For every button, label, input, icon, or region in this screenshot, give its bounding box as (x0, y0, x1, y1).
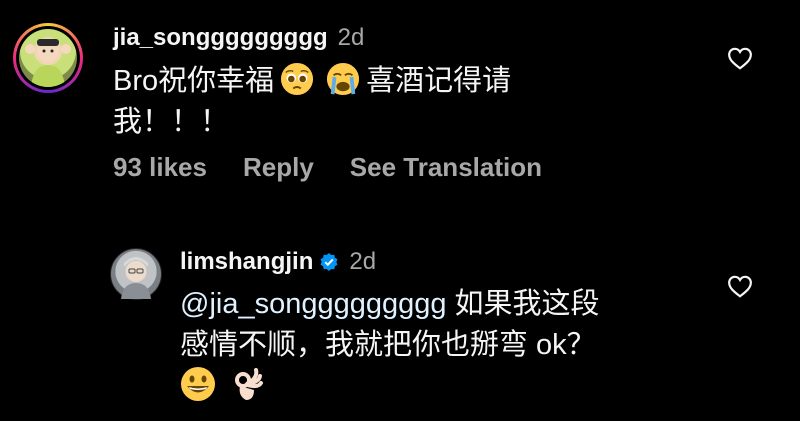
comment-body: Bro祝你幸福 喜酒记得请 我！！！ (113, 61, 673, 143)
like-heart-icon[interactable] (727, 46, 753, 70)
pleading-face-emoji-icon (281, 62, 314, 96)
verified-badge-icon (320, 253, 338, 271)
avatar[interactable] (110, 248, 162, 300)
comment-timestamp: 2d (337, 24, 365, 51)
comment-username[interactable]: jia_songgggggggg (113, 24, 328, 52)
reply-body: @jia_songgggggggg 如果我这段 感情不顺，我就把你也掰弯 ok？ (180, 284, 700, 366)
avatar (19, 29, 77, 87)
reply-button[interactable]: Reply (243, 152, 314, 183)
comment-item: jia_songgggggggg 2d Bro祝你幸福 喜酒记得请 我！！！ 9… (0, 0, 800, 200)
avatar-image (25, 39, 71, 87)
like-heart-icon[interactable] (727, 274, 753, 298)
reply-username[interactable]: limshangjin (180, 248, 313, 276)
reply-timestamp: 2d (349, 248, 377, 275)
ok-hand-emoji-icon (235, 368, 263, 400)
comment-text-part: Bro祝你幸福 (113, 65, 275, 97)
loudly-crying-face-emoji-icon (327, 62, 360, 96)
comment-text-part: 喜酒记得请 (366, 65, 512, 97)
avatar-story-ring[interactable] (13, 23, 83, 93)
grinning-face-emoji-icon (181, 367, 215, 401)
reply-emojis (180, 366, 264, 402)
reply-item: limshangjin 2d @jia_songgggggggg 如果我这段 感… (0, 240, 800, 421)
avatar-image (121, 257, 151, 299)
reply-text-part: 如果我这段 (446, 288, 600, 320)
see-translation-button[interactable]: See Translation (350, 152, 542, 183)
comment-actions: 93 likes Reply See Translation (113, 152, 542, 183)
likes-count[interactable]: 93 likes (113, 152, 207, 183)
mention-link[interactable]: @jia_songgggggggg (180, 288, 447, 320)
comment-text-part: 我！！！ (113, 106, 230, 138)
reply-text-part: 感情不顺，我就把你也掰弯 ok？ (180, 329, 596, 361)
